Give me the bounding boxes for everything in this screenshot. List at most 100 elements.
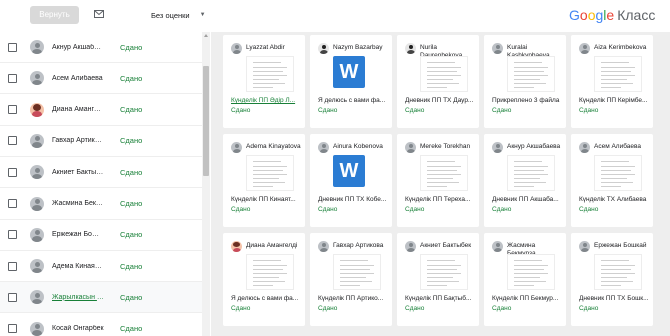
thumbnail-line (427, 260, 455, 261)
attachment-title[interactable]: Я делюсь с вами фа... (231, 295, 301, 302)
student-row[interactable]: Жарылкасын М... Сдано (0, 282, 202, 314)
thumbnail-line (514, 178, 540, 179)
thumbnail-line (427, 161, 455, 162)
document-thumbnail[interactable] (333, 254, 381, 290)
student-checkbox[interactable] (8, 105, 17, 115)
student-name[interactable]: Диана Амангелді (52, 106, 104, 113)
document-thumbnail[interactable] (594, 56, 642, 92)
word-document-icon[interactable]: W (333, 155, 365, 187)
thumbnail-line (601, 178, 627, 179)
card-student-name: Акнур Акшабаева (507, 143, 561, 150)
document-thumbnail[interactable] (507, 254, 555, 290)
document-thumbnail[interactable] (420, 254, 468, 290)
student-name[interactable]: Ержежан Бошкай (52, 231, 104, 238)
logo-product-name: Класс (617, 7, 656, 23)
thumbnail-line (427, 174, 461, 175)
student-checkbox[interactable] (8, 324, 17, 334)
submission-card[interactable]: Акниет Бактыбек Күнделік ПП Бақтыб... Сдан… (397, 233, 479, 326)
grade-filter-select[interactable]: Без оценки ▼ (151, 8, 206, 22)
student-name[interactable]: Косай Онгарбек (52, 325, 104, 332)
submission-card[interactable]: Ainura Kobenova W Дневник ПП ТХ Кобе... Сда… (310, 134, 392, 227)
student-row[interactable]: Жасмина Бекмурзаева Сдано (0, 189, 202, 220)
document-thumbnail[interactable] (246, 254, 294, 290)
student-row[interactable]: Гавхар Артикова Сдано (0, 126, 202, 157)
attachment-title[interactable]: Күнделік ПП Артико... (318, 295, 388, 302)
submission-card[interactable]: Nazym Bazarbay W Я делюсь с вами фа... Сдан… (310, 35, 392, 128)
thumbnail-line (601, 260, 629, 261)
student-row[interactable]: Акнур Акшабаева Сдано (0, 32, 202, 63)
document-thumbnail[interactable] (507, 56, 555, 92)
student-name[interactable]: Асем Алибаева (52, 75, 104, 82)
student-checkbox[interactable] (8, 73, 17, 83)
student-row[interactable]: Косай Онгарбек Сдано (0, 314, 202, 336)
attachment-title[interactable]: Дневник ПП ТХ Кобе... (318, 196, 388, 203)
document-thumbnail[interactable] (420, 56, 468, 92)
thumbnail-line (514, 260, 542, 261)
student-name[interactable]: Акниет Бактыбек (52, 169, 104, 176)
student-name[interactable]: Гавхар Артикова (52, 137, 104, 144)
thumbnail-line (427, 166, 461, 167)
submission-card[interactable]: Гавхар Артикова Күнделік ПП Артико... Сдан… (310, 233, 392, 326)
student-checkbox[interactable] (8, 167, 17, 177)
student-checkbox[interactable] (8, 292, 17, 302)
submission-card[interactable]: Асем Алибаева Күнделік ТХ Алибаева Сдано (571, 134, 653, 227)
student-row[interactable]: Адема Кинаятова Сдано (0, 251, 202, 283)
thumbnail-line (253, 71, 283, 72)
card-student-name: Акниет Бактыбек (420, 242, 472, 249)
student-row[interactable]: Асем Алибаева Сдано (0, 63, 202, 95)
attachment-title[interactable]: Күнделік ПП Бақтыб... (405, 295, 475, 302)
document-thumbnail[interactable] (594, 254, 642, 290)
student-name[interactable]: Акнур Акшабаева (52, 44, 104, 51)
submission-card[interactable]: Ержежан Бошкай Дневник ПП ТХ Бошк... Сдано (571, 233, 653, 326)
submission-card[interactable]: Lyazzat Abdir Күнделік ПП Әдір Л... Сдано (223, 35, 305, 128)
document-thumbnail[interactable] (246, 56, 294, 92)
scrollbar-thumb[interactable] (203, 66, 209, 176)
word-document-icon[interactable]: W (333, 56, 365, 88)
student-row[interactable]: Акниет Бактыбек Сдано (0, 157, 202, 189)
attachment-title[interactable]: Күнделік ПП Керімбе... (579, 97, 649, 104)
submission-card[interactable]: Акнур Акшабаева Дневник ПП Акшаба... Сдано (484, 134, 566, 227)
attachment-title[interactable]: Дневник ПП Акшаба... (492, 196, 562, 203)
attachment-title[interactable]: Күнделік ТХ Алибаева (579, 196, 649, 203)
student-row[interactable]: Диана Амангелді Сдано (0, 95, 202, 126)
attachment-title[interactable]: Дневник ПП ТХ Даур... (405, 97, 475, 104)
submission-card[interactable]: Kuralai KashkynbaevaПрикреплено 3 файлаС… (484, 35, 566, 128)
student-row[interactable]: Ержежан Бошкай Сдано (0, 220, 202, 251)
thumbnail-line (514, 285, 534, 286)
student-checkbox[interactable] (8, 136, 17, 146)
submission-card[interactable]: Диана Амангелді Я делюсь с вами фа... Сдан… (223, 233, 305, 326)
scroll-up-arrow-icon[interactable] (204, 34, 208, 37)
attachment-title[interactable]: Күнделік ПП Тереха... (405, 196, 475, 203)
avatar (318, 241, 329, 252)
document-thumbnail[interactable] (507, 155, 555, 191)
document-thumbnail[interactable] (594, 155, 642, 191)
attachment-title[interactable]: Я делюсь с вами фа... (318, 97, 388, 104)
student-name[interactable]: Адема Кинаятова (52, 263, 104, 270)
submission-card[interactable]: Aiza Kerimbekova Күнделік ПП Керімбе... Сд… (571, 35, 653, 128)
student-checkbox[interactable] (8, 42, 17, 52)
submission-card[interactable]: Adema Kinayatova Күнделік ПП Кинаят... Сда… (223, 134, 305, 227)
student-name[interactable]: Жарылкасын М... (52, 294, 104, 301)
attachment-title[interactable]: Күнделік ПП Бекмур... (492, 295, 562, 302)
thumbnail-line (340, 269, 370, 270)
student-list-scrollbar[interactable] (202, 32, 210, 336)
document-thumbnail[interactable] (420, 155, 468, 191)
submission-card[interactable]: Nurila DaurenbekovaДневник ПП ТХ Даур...… (397, 35, 479, 128)
student-status: Сдано (120, 167, 143, 177)
attachment-title[interactable]: Күнделік ПП Әдір Л... (231, 97, 301, 104)
thumbnail-line (601, 269, 631, 270)
student-name[interactable]: Жасмина Бекмурзаева (52, 200, 104, 207)
document-thumbnail[interactable] (246, 155, 294, 191)
thumbnail-line (253, 170, 283, 171)
student-checkbox[interactable] (8, 199, 17, 208)
student-checkbox[interactable] (8, 261, 17, 271)
submission-card[interactable]: Mereke Torekhan Күнделік ПП Тереха... Сдан… (397, 134, 479, 227)
attachment-title[interactable]: Күнделік ПП Кинаят... (231, 196, 301, 203)
attachment-title[interactable]: Прикреплено 3 файла (492, 97, 562, 104)
submission-card[interactable]: Жасмина БекмурзаКүнделік ПП Бекмур...Сда… (484, 233, 566, 326)
return-button[interactable]: Вернуть (30, 6, 79, 24)
student-checkbox[interactable] (8, 230, 17, 240)
submission-status: Сдано (318, 107, 338, 114)
attachment-title[interactable]: Дневник ПП ТХ Бошк... (579, 295, 649, 302)
mail-icon[interactable] (94, 10, 104, 18)
